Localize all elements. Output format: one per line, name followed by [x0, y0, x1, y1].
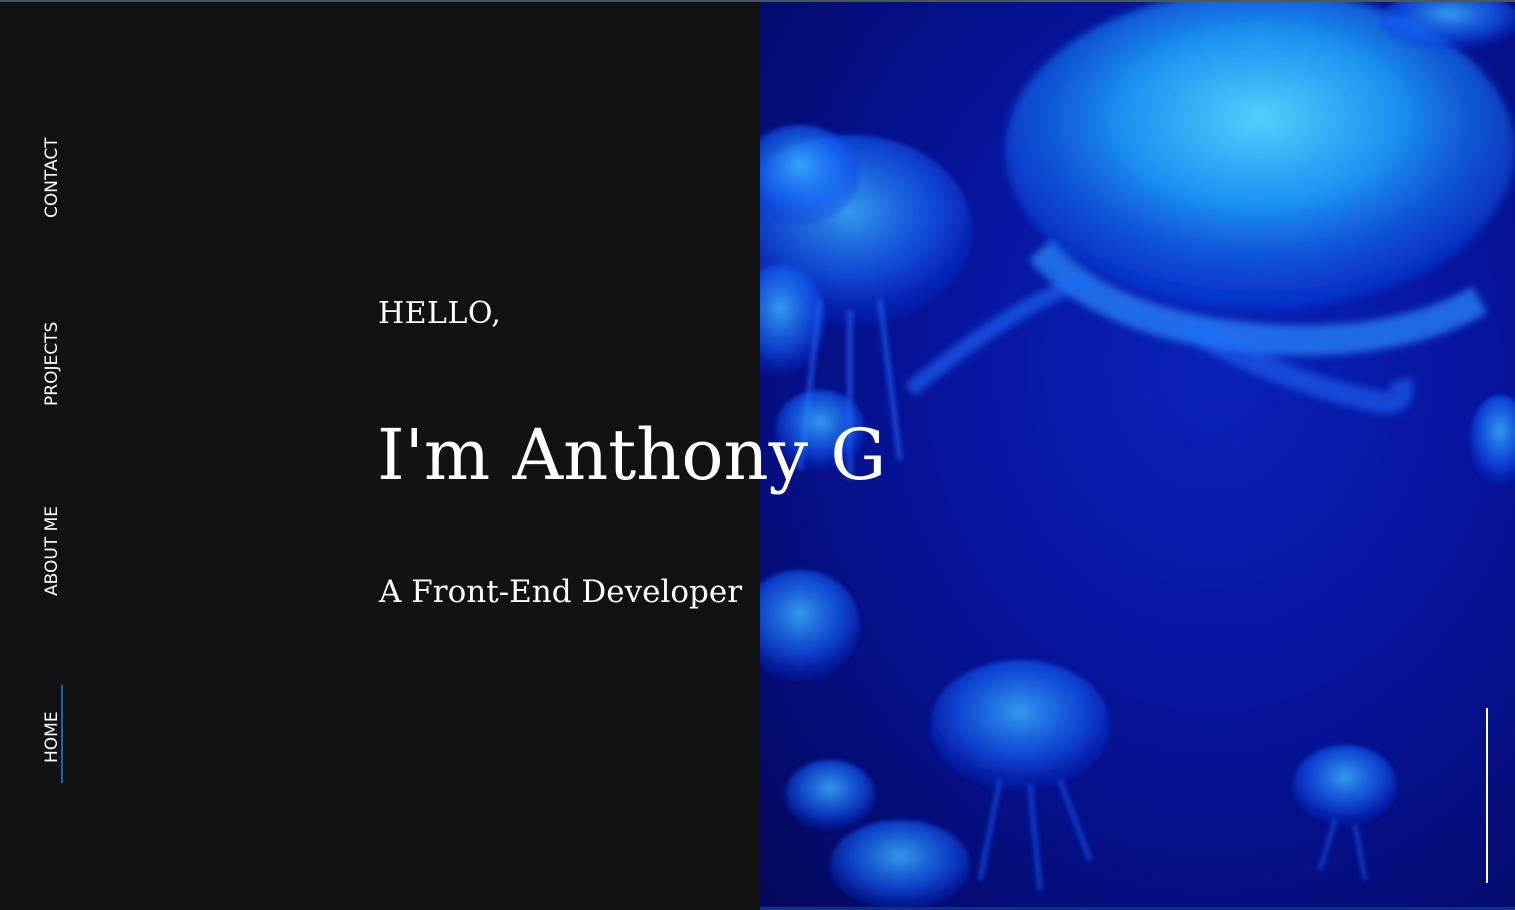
nav-item-label: PROJECTS [42, 321, 62, 406]
nav-item-about-me[interactable]: ABOUT ME [38, 498, 66, 596]
scroll-indicator-line [1486, 708, 1488, 883]
top-border [0, 0, 1515, 2]
nav-item-label: CONTACT [42, 137, 62, 218]
nav-item-projects[interactable]: PROJECTS [38, 316, 66, 406]
hero-greeting: HELLO, [378, 296, 502, 331]
active-nav-indicator [61, 685, 63, 783]
page: CONTACT PROJECTS ABOUT ME HOME HELLO, I'… [0, 0, 1515, 910]
nav-item-contact[interactable]: CONTACT [38, 132, 66, 218]
nav-item-label: HOME [42, 711, 62, 763]
hero-name-heading: I'm Anthony G [377, 414, 887, 496]
hero-role-subtitle: A Front-End Developer [379, 574, 743, 610]
nav-item-label: ABOUT ME [42, 505, 62, 596]
